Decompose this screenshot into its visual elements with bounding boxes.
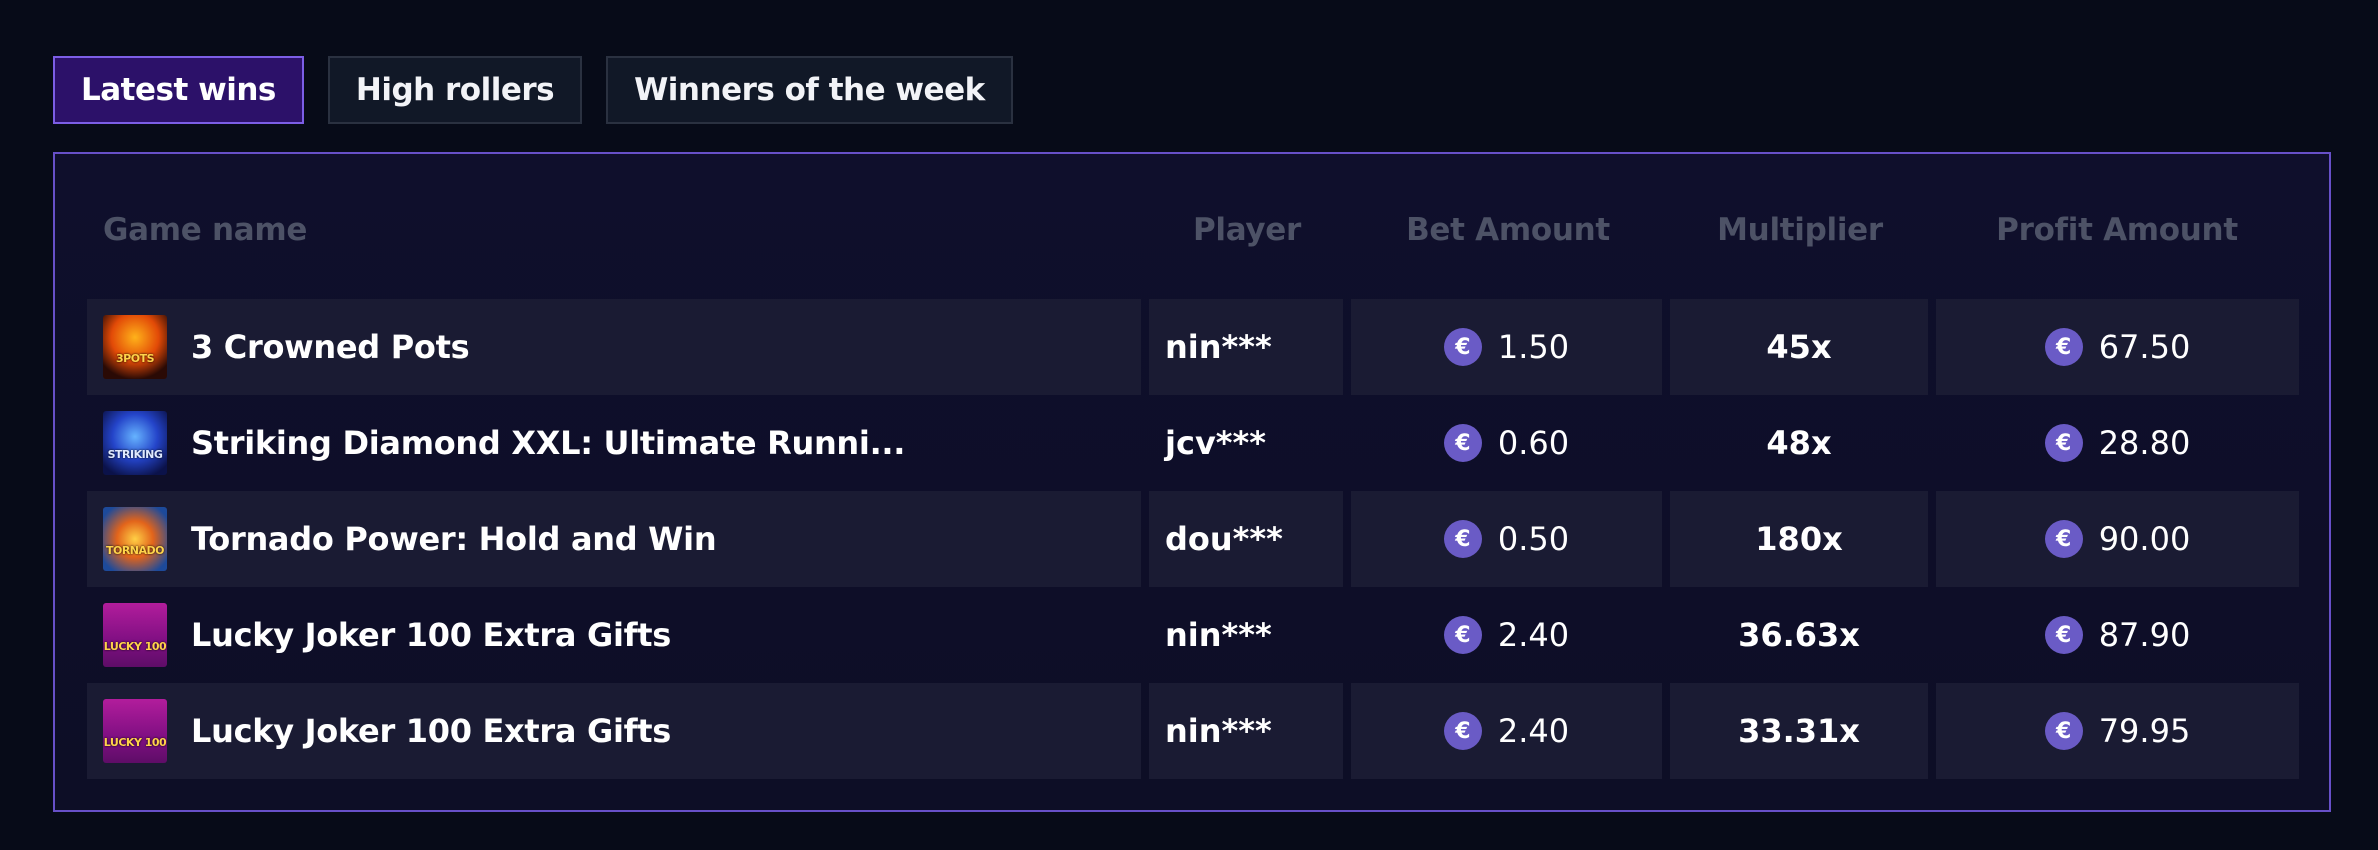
game-name[interactable]: 3 Crowned Pots (191, 328, 470, 366)
player-cell: nin*** (1149, 299, 1343, 395)
multiplier-cell: 36.63x (1738, 616, 1860, 654)
column-header-multiplier: Multiplier (1717, 212, 1883, 248)
game-thumbnail[interactable]: LUCKY 100 (103, 699, 167, 763)
euro-coin-icon: € (2044, 328, 2083, 366)
wins-tabs: Latest wins High rollers Winners of the … (53, 56, 1013, 124)
profit-amount-cell: € 79.95 (1936, 683, 2299, 779)
bet-amount-cell: € 2.40 (1351, 587, 1662, 683)
column-header-game-name: Game name (103, 212, 308, 248)
game-thumbnail[interactable]: STRIKING (103, 411, 167, 475)
table-row[interactable]: LUCKY 100 Lucky Joker 100 Extra Gifts ni… (87, 683, 2299, 779)
game-name[interactable]: Lucky Joker 100 Extra Gifts (191, 712, 671, 750)
game-thumbnail[interactable]: TORNADO (103, 507, 167, 571)
game-cell[interactable]: LUCKY 100 Lucky Joker 100 Extra Gifts (87, 683, 1141, 779)
player-cell: dou*** (1149, 491, 1343, 587)
multiplier-cell: 180x (1670, 491, 1928, 587)
euro-coin-icon: € (2044, 616, 2083, 654)
bet-amount-cell: € 1.50 (1351, 299, 1662, 395)
player-cell: nin*** (1165, 616, 1272, 654)
euro-coin-icon: € (1443, 712, 1482, 750)
tab-winners-of-the-week[interactable]: Winners of the week (606, 56, 1013, 124)
game-thumbnail[interactable]: 3POTS (103, 315, 167, 379)
column-header-bet-amount: Bet Amount (1406, 212, 1610, 248)
euro-coin-icon: € (2044, 520, 2083, 558)
multiplier-cell: 48x (1766, 424, 1832, 462)
euro-coin-icon: € (2044, 424, 2083, 462)
tab-high-rollers[interactable]: High rollers (327, 56, 583, 124)
player-cell: nin*** (1149, 683, 1343, 779)
table-row[interactable]: TORNADO Tornado Power: Hold and Win dou*… (87, 491, 2299, 587)
multiplier-cell: 33.31x (1670, 683, 1928, 779)
euro-coin-icon: € (2044, 712, 2083, 750)
table-row[interactable]: 3POTS 3 Crowned Pots nin*** € 1.50 45x €… (87, 299, 2299, 395)
table-header: Game name Player Bet Amount Multiplier P… (55, 154, 2329, 294)
game-name[interactable]: Tornado Power: Hold and Win (191, 520, 717, 558)
game-thumbnail[interactable]: LUCKY 100 (103, 603, 167, 667)
game-cell[interactable]: STRIKING Striking Diamond XXL: Ultimate … (87, 395, 1141, 491)
bet-amount-cell: € 2.40 (1351, 683, 1662, 779)
euro-coin-icon: € (1443, 616, 1482, 654)
profit-amount-cell: € 28.80 (1936, 395, 2299, 491)
game-cell[interactable]: LUCKY 100 Lucky Joker 100 Extra Gifts (87, 587, 1141, 683)
column-header-player: Player (1192, 212, 1302, 248)
player-cell: jcv*** (1165, 424, 1266, 462)
bet-amount-cell: € 0.50 (1351, 491, 1662, 587)
euro-coin-icon: € (1443, 424, 1482, 462)
profit-amount-cell: € 90.00 (1936, 491, 2299, 587)
tab-latest-wins[interactable]: Latest wins (53, 56, 304, 124)
profit-amount-cell: € 67.50 (1936, 299, 2299, 395)
table-row[interactable]: LUCKY 100 Lucky Joker 100 Extra Gifts ni… (87, 587, 2299, 683)
game-cell[interactable]: TORNADO Tornado Power: Hold and Win (87, 491, 1141, 587)
column-header-profit-amount: Profit Amount (1996, 212, 2238, 248)
euro-coin-icon: € (1443, 328, 1482, 366)
game-name[interactable]: Lucky Joker 100 Extra Gifts (191, 616, 671, 654)
table-row[interactable]: STRIKING Striking Diamond XXL: Ultimate … (87, 395, 2299, 491)
wins-table: Game name Player Bet Amount Multiplier P… (53, 152, 2331, 812)
euro-coin-icon: € (1443, 520, 1482, 558)
game-name[interactable]: Striking Diamond XXL: Ultimate Runni... (191, 424, 905, 462)
table-body: 3POTS 3 Crowned Pots nin*** € 1.50 45x €… (87, 299, 2299, 779)
profit-amount-cell: € 87.90 (1936, 587, 2299, 683)
game-cell[interactable]: 3POTS 3 Crowned Pots (87, 299, 1141, 395)
bet-amount-cell: € 0.60 (1351, 395, 1662, 491)
multiplier-cell: 45x (1670, 299, 1928, 395)
